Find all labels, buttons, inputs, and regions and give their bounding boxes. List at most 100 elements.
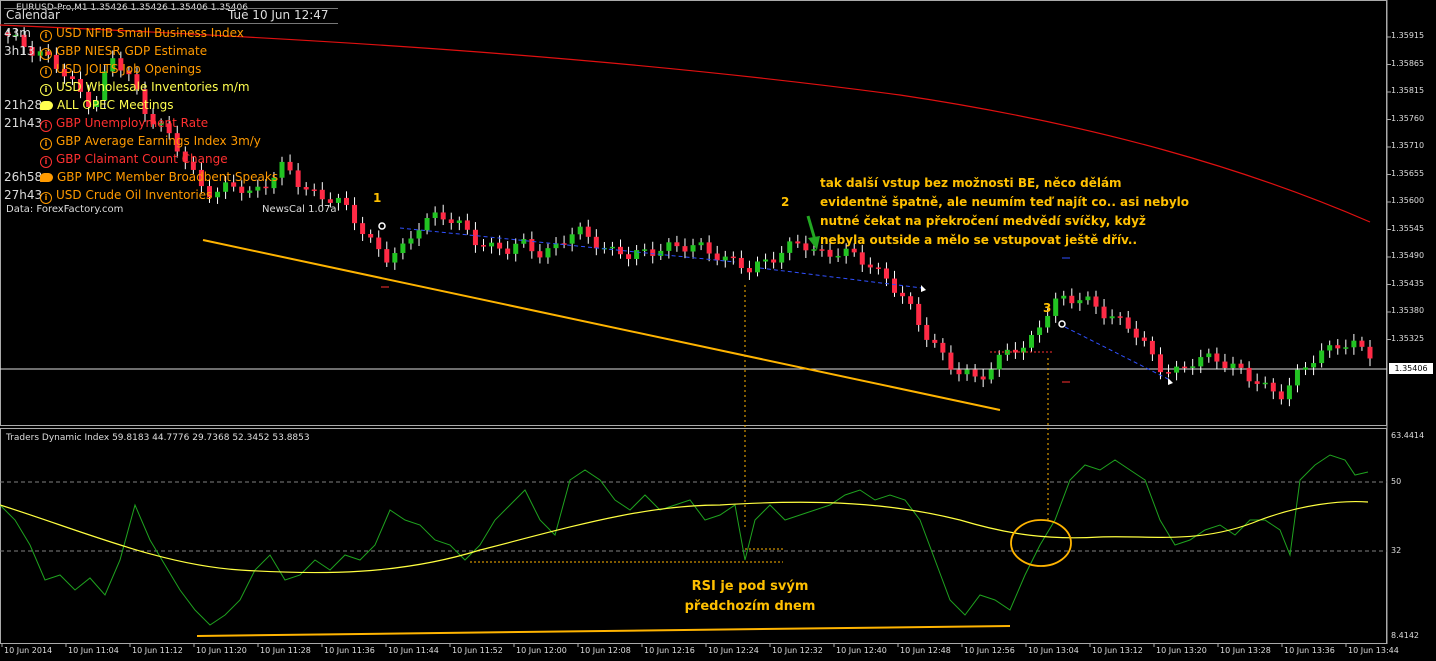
bear-candle bbox=[738, 257, 744, 269]
bear-candle bbox=[746, 268, 752, 273]
bull-candle bbox=[400, 243, 406, 254]
bull-candle bbox=[1198, 357, 1204, 367]
bull-candle bbox=[521, 239, 527, 244]
event-title: Crude Oil Inventories bbox=[85, 188, 213, 202]
arrow-down-icon bbox=[806, 215, 820, 250]
rsi-note-line: RSI je pod svým bbox=[691, 579, 809, 594]
bear-candle bbox=[343, 197, 349, 205]
bull-candle bbox=[416, 230, 422, 239]
info-icon: i bbox=[40, 48, 52, 60]
bear-candle bbox=[900, 292, 906, 297]
pattern-line-2 bbox=[759, 267, 923, 289]
price-tick-label: 1.35545 bbox=[1391, 223, 1425, 233]
bear-candle bbox=[650, 249, 656, 256]
bull-candle bbox=[1190, 366, 1196, 368]
bull-candle bbox=[1303, 367, 1309, 370]
calendar-event-row: i GBP Claimant Count Change bbox=[4, 150, 338, 168]
event-time: 27h43 bbox=[4, 188, 43, 202]
price-tick-label: 1.35380 bbox=[1391, 306, 1425, 315]
rsi-note-line: předchozím dnem bbox=[684, 599, 816, 614]
time-tick-label: 10 Jun 13:36 bbox=[1284, 646, 1335, 655]
calendar-version: NewsCal 1.07a bbox=[262, 204, 337, 215]
bear-candle bbox=[827, 249, 833, 257]
bear-candle bbox=[585, 226, 591, 237]
entry-marker-icon bbox=[1058, 320, 1066, 328]
bull-candle bbox=[456, 220, 462, 223]
time-tick-label: 10 Jun 12:00 bbox=[516, 646, 567, 655]
bull-candle bbox=[835, 255, 841, 258]
bull-candle bbox=[609, 246, 615, 249]
bull-candle bbox=[545, 248, 551, 258]
comment-line: nutné čekat na překročení medvědí svíčky… bbox=[820, 214, 1146, 228]
bull-candle bbox=[1230, 363, 1236, 369]
event-currency: GBP bbox=[56, 116, 81, 130]
bear-candle bbox=[1166, 372, 1172, 374]
bear-candle bbox=[1254, 381, 1260, 384]
info-icon: i bbox=[40, 138, 52, 150]
calendar-event-row: 27h43 i USD Crude Oil Inventories bbox=[4, 186, 338, 204]
bear-candle bbox=[674, 242, 680, 247]
bear-candle bbox=[682, 246, 688, 252]
marker-2-label: 2 bbox=[781, 195, 790, 209]
info-icon: i bbox=[40, 192, 52, 204]
bear-candle bbox=[368, 234, 374, 238]
bear-candle bbox=[771, 259, 777, 263]
bear-candle bbox=[472, 229, 478, 246]
current-price-tag: 1.35406 bbox=[1389, 363, 1433, 374]
bear-candle bbox=[972, 369, 978, 377]
bear-candle bbox=[948, 352, 954, 370]
bear-candle bbox=[626, 254, 632, 259]
price-tick-label: 1.35435 bbox=[1391, 278, 1425, 288]
event-time: 43m bbox=[4, 26, 31, 40]
bear-candle bbox=[440, 212, 446, 220]
info-icon: i bbox=[40, 66, 52, 78]
event-time: 21h43 bbox=[4, 116, 43, 130]
time-tick-label: 10 Jun 12:48 bbox=[900, 646, 951, 655]
bull-candle bbox=[787, 241, 793, 253]
event-text: USD NFIB Small Business Index bbox=[56, 26, 244, 40]
bear-candle bbox=[1133, 328, 1139, 338]
event-text: GBP Average Earnings Index 3m/y bbox=[56, 134, 261, 148]
calendar-event-row: 3h13 i GBP NIESR GDP Estimate bbox=[4, 42, 338, 60]
bull-candle bbox=[1286, 385, 1292, 400]
bear-candle bbox=[1359, 340, 1365, 347]
bear-candle bbox=[706, 242, 712, 254]
bull-candle bbox=[811, 249, 817, 251]
bull-candle bbox=[1174, 366, 1180, 373]
bull-candle bbox=[1109, 316, 1115, 319]
bull-candle bbox=[1053, 298, 1059, 316]
bull-candle bbox=[666, 242, 672, 251]
event-title: NIESR GDP Estimate bbox=[84, 44, 208, 58]
price-tick-label: 1.35600 bbox=[1391, 196, 1425, 205]
info-icon: i bbox=[40, 84, 52, 96]
calendar-event-row: i USD Wholesale Inventories m/m bbox=[4, 78, 338, 96]
speech-bubble-icon bbox=[40, 101, 53, 110]
bull-candle bbox=[513, 243, 519, 254]
time-tick-label: 10 Jun 2014 bbox=[4, 646, 53, 655]
time-tick-label: 10 Jun 13:20 bbox=[1156, 646, 1207, 655]
bear-candle bbox=[892, 278, 898, 293]
event-text: GBP Claimant Count Change bbox=[56, 152, 228, 166]
bear-candle bbox=[1182, 366, 1188, 369]
comment-line: evidentně špatně, ale neumím teď najít c… bbox=[820, 195, 1190, 209]
event-text: ALL OPEC Meetings bbox=[57, 98, 174, 112]
speech-bubble-icon bbox=[40, 173, 53, 182]
bull-candle bbox=[634, 250, 640, 259]
bear-candle bbox=[730, 256, 736, 259]
time-tick-label: 10 Jun 13:04 bbox=[1028, 646, 1079, 655]
calendar-event-row: i USD JOLTS Job Openings bbox=[4, 60, 338, 78]
bull-candle bbox=[722, 256, 728, 261]
time-tick-label: 10 Jun 12:56 bbox=[964, 646, 1015, 655]
bear-candle bbox=[1125, 317, 1131, 329]
chart-comment: tak další vstup bez možnosti BE, něco dě… bbox=[820, 174, 1190, 250]
bear-candle bbox=[1069, 295, 1075, 304]
bear-candle bbox=[376, 237, 382, 250]
bear-candle bbox=[480, 245, 486, 247]
bull-candle bbox=[1351, 340, 1357, 348]
bull-candle bbox=[1061, 295, 1067, 299]
marker-1-label: 1 bbox=[373, 191, 382, 205]
bull-candle bbox=[1206, 353, 1212, 358]
bear-candle bbox=[1093, 296, 1099, 307]
comment-line: nebyla outside a mělo se vstupovat ještě… bbox=[820, 233, 1138, 247]
event-title: OPEC Meetings bbox=[82, 98, 174, 112]
